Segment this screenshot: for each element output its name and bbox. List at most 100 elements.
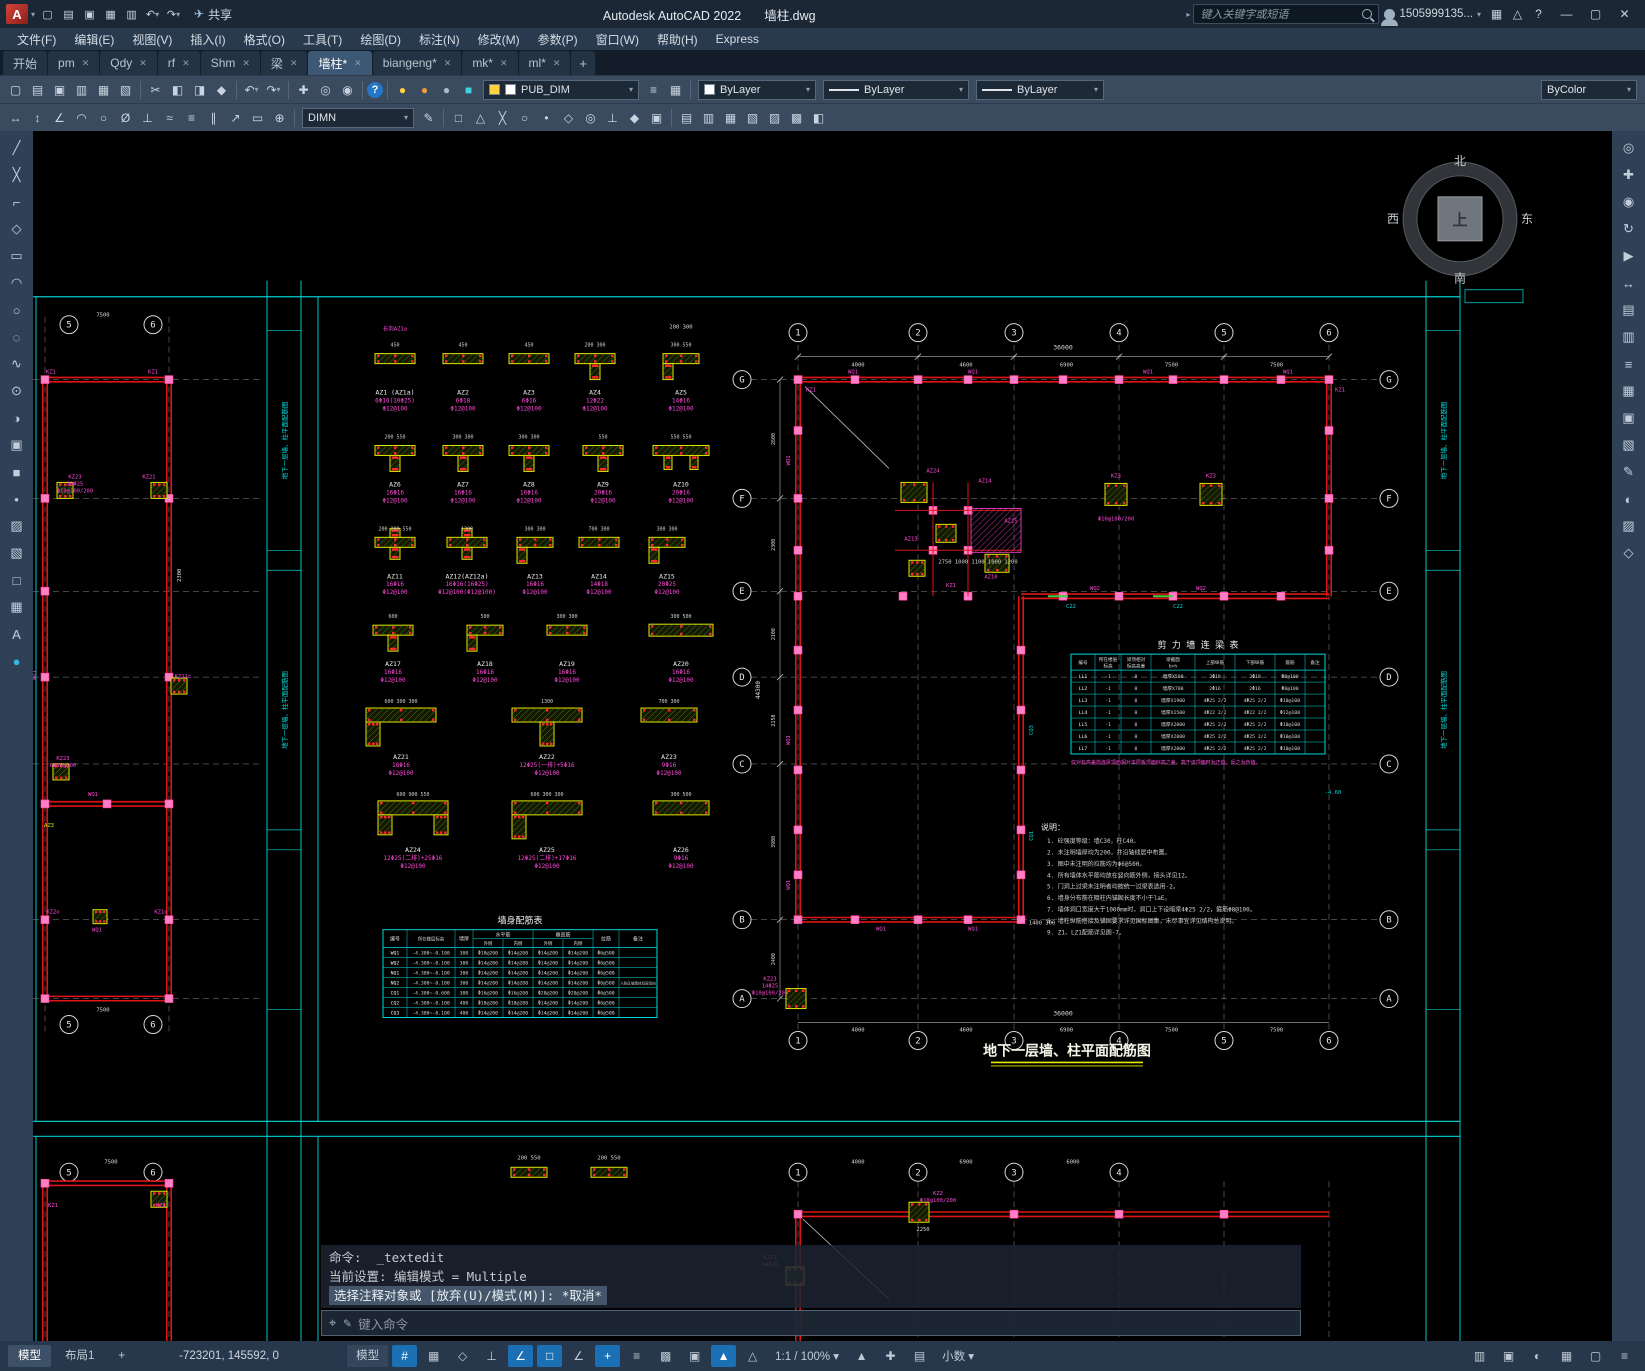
plot-icon[interactable]: ▥ (122, 5, 141, 24)
tab-close-icon[interactable]: ✕ (182, 58, 190, 69)
show-motion-icon[interactable]: ▶ (1617, 244, 1641, 268)
units-icon[interactable]: ▤ (907, 1345, 932, 1367)
tolerance-icon[interactable]: ▭ (247, 107, 268, 128)
layout-tab-3[interactable]: + (108, 1345, 135, 1367)
drawing-canvas[interactable]: 地下一层墙、柱平面配筋图 地下一层墙、柱平面配筋图 地下一层墙、柱平面配筋图 地下一层… (33, 131, 1612, 1341)
spline-icon[interactable]: ∿ (5, 352, 29, 376)
menu-item-13[interactable]: Express (707, 28, 768, 50)
layer-on-icon[interactable]: ● (392, 79, 413, 100)
lineweight-combo[interactable]: ByLayer ▾ (976, 79, 1104, 100)
command-input[interactable]: ⌖ ✎ 键入命令 (321, 1310, 1301, 1336)
markup-icon[interactable]: ✎ (1617, 460, 1641, 484)
open-file-icon[interactable]: ▤ (59, 5, 78, 24)
dim-update-icon[interactable]: ✎ (418, 107, 439, 128)
layer-combo[interactable]: PUB_DIM ▾ (483, 79, 639, 100)
polar-tracking-icon[interactable]: ∠ (508, 1345, 534, 1367)
clean-screen-icon[interactable]: ▢ (1583, 1345, 1608, 1367)
dim-arc-icon[interactable]: ◠ (71, 107, 92, 128)
help-icon[interactable]: ? (367, 81, 383, 98)
dim-angular-icon[interactable]: ∠ (49, 107, 70, 128)
file-tab-pm[interactable]: pm ✕ (48, 51, 100, 75)
dim-radius-icon[interactable]: ○ (93, 107, 114, 128)
app-store-icon[interactable]: ▦ (1486, 4, 1507, 25)
snap-icon[interactable]: ▦ (421, 1345, 446, 1367)
layout-tab-2[interactable]: 布局1 (55, 1345, 104, 1367)
menu-item-8[interactable]: 标注(N) (410, 28, 469, 50)
hatch-icon[interactable]: ▨ (5, 514, 29, 538)
undo-icon[interactable]: ↶ ▾ (143, 5, 162, 24)
close-icon[interactable]: ✕ (1610, 0, 1639, 28)
autoscale-icon[interactable]: △ (740, 1345, 765, 1367)
file-tab-梁[interactable]: 梁 ✕ (260, 51, 308, 75)
design-center-icon[interactable]: ▥ (698, 107, 719, 128)
menu-item-3[interactable]: 视图(V) (123, 28, 181, 50)
section-icon[interactable]: ▤ (1617, 298, 1641, 322)
properties-icon[interactable]: ≡ (1617, 352, 1641, 376)
materials-icon[interactable]: ▨ (1617, 514, 1641, 538)
tab-close-icon[interactable]: ✕ (290, 58, 298, 69)
menu-item-12[interactable]: 帮助(H) (648, 28, 707, 50)
model-space-button[interactable]: 模型 (347, 1345, 389, 1367)
dimstyle-combo[interactable]: DIMN ▾ (302, 107, 414, 128)
osnap-quadrant-icon[interactable]: ◇ (558, 107, 579, 128)
osnap-node-icon[interactable]: • (536, 107, 557, 128)
table-icon[interactable]: ▦ (5, 595, 29, 619)
osnap-nearest-icon[interactable]: ◆ (624, 107, 645, 128)
markup-set-icon[interactable]: ▨ (764, 107, 785, 128)
osnap-settings-icon[interactable]: ▣ (646, 107, 667, 128)
menu-item-7[interactable]: 绘图(D) (351, 28, 410, 50)
osnap-tangent-icon[interactable]: ◎ (580, 107, 601, 128)
polyline-icon[interactable]: ⌐ (5, 190, 29, 214)
pan-icon[interactable]: ✚ (293, 79, 314, 100)
tool-palette-icon[interactable]: ▦ (720, 107, 741, 128)
ellipse-icon[interactable]: ⊙ (5, 379, 29, 403)
copy-icon[interactable]: ◧ (167, 79, 188, 100)
search-expand-icon[interactable]: ▸ (1186, 10, 1190, 19)
tab-close-icon[interactable]: ✕ (139, 58, 147, 69)
maximize-icon[interactable]: ▢ (1581, 0, 1610, 28)
tab-close-icon[interactable]: ✕ (444, 58, 452, 69)
dim-continue-icon[interactable]: ∥ (203, 107, 224, 128)
new-file-icon[interactable]: ▢ (38, 5, 57, 24)
navigation-wheel-icon[interactable]: ◎ (1617, 136, 1641, 160)
share-button[interactable]: ✈ 共享 (194, 6, 232, 23)
cut-icon[interactable]: ✂ (145, 79, 166, 100)
arc-icon[interactable]: ◠ (5, 271, 29, 295)
menu-item-11[interactable]: 窗口(W) (587, 28, 648, 50)
notification-icon[interactable]: △ (1507, 4, 1528, 25)
line-icon[interactable]: ╱ (5, 136, 29, 160)
design-center-icon[interactable]: ▦ (1617, 379, 1641, 403)
point-icon[interactable]: • (5, 487, 29, 511)
quick-properties-icon[interactable]: ▥ (1467, 1345, 1492, 1367)
infer-constraints-icon[interactable]: ◇ (450, 1345, 475, 1367)
menu-item-9[interactable]: 修改(M) (469, 28, 529, 50)
tab-close-icon[interactable]: ✕ (553, 58, 561, 69)
gradient-icon[interactable]: ▧ (5, 541, 29, 565)
osnap-icon[interactable]: □ (537, 1345, 563, 1367)
file-tab-Qdy[interactable]: Qdy ✕ (100, 51, 157, 75)
menu-item-2[interactable]: 编辑(E) (65, 28, 123, 50)
multileader-icon[interactable]: ↗ (225, 107, 246, 128)
layer-states-icon[interactable]: ▦ (665, 79, 686, 100)
selection-cycling-icon[interactable]: ▣ (682, 1345, 707, 1367)
redo-icon[interactable]: ↷ ▾ (164, 5, 183, 24)
dim-linear-icon[interactable]: ↔ (5, 107, 26, 128)
visual-styles-icon[interactable]: ◇ (1617, 541, 1641, 565)
tool-palettes-icon[interactable]: ▣ (1617, 406, 1641, 430)
menu-item-6[interactable]: 工具(T) (294, 28, 351, 50)
plotstyle-combo[interactable]: ByColor ▾ (1541, 79, 1637, 100)
orbit-icon[interactable]: ↻ (1617, 217, 1641, 241)
help-menu-icon[interactable]: ? (1528, 4, 1549, 25)
tab-close-icon[interactable]: ✕ (500, 58, 508, 69)
measure-icon[interactable]: ↔ (1617, 271, 1641, 295)
annotation-scale-icon[interactable]: ▲ (849, 1345, 874, 1367)
lock-ui-icon[interactable]: ▣ (1496, 1345, 1521, 1367)
ortho-icon[interactable]: ⊥ (479, 1345, 504, 1367)
menu-item-4[interactable]: 插入(I) (181, 28, 234, 50)
paste-icon[interactable]: ◨ (189, 79, 210, 100)
center-mark-icon[interactable]: ⊕ (269, 107, 290, 128)
properties-panel-icon[interactable]: ▤ (676, 107, 697, 128)
publish-icon[interactable]: ▧ (115, 79, 136, 100)
minimize-icon[interactable]: — (1552, 0, 1581, 28)
plot-preview-icon[interactable]: ▦ (93, 79, 114, 100)
